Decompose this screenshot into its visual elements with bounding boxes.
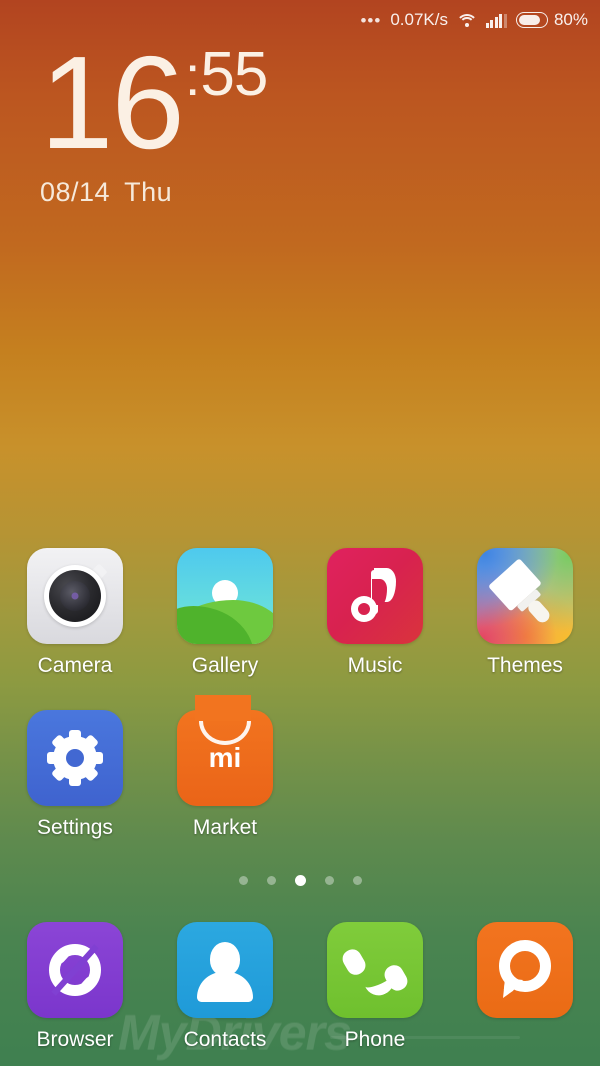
app-settings[interactable]: Settings xyxy=(0,710,150,840)
page-dot-active[interactable] xyxy=(294,875,306,886)
app-label: Phone xyxy=(344,1028,406,1051)
clock-widget[interactable]: 16 : 55 08/14 Thu xyxy=(40,29,268,208)
page-dot[interactable] xyxy=(352,876,362,885)
page-dot[interactable] xyxy=(266,876,276,885)
wifi-icon xyxy=(455,13,478,28)
app-slot-empty-2 xyxy=(450,710,600,840)
camera-icon[interactable] xyxy=(27,548,123,644)
clock-time: 16 : 55 xyxy=(40,29,268,176)
messaging-icon[interactable] xyxy=(477,922,573,1018)
clock-hour: 16 xyxy=(40,29,185,176)
contacts-icon[interactable] xyxy=(177,922,273,1018)
clock-weekday: Thu xyxy=(124,177,173,208)
app-camera[interactable]: Camera xyxy=(0,548,150,678)
page-dot[interactable] xyxy=(238,876,248,885)
gallery-icon[interactable] xyxy=(177,548,273,644)
network-speed-text: 0.07K/s xyxy=(390,10,448,29)
page-indicator[interactable] xyxy=(0,875,600,886)
app-browser[interactable]: Browser xyxy=(0,922,150,1052)
themes-icon[interactable] xyxy=(477,548,573,644)
app-phone[interactable]: Phone xyxy=(300,922,450,1052)
app-messaging[interactable] xyxy=(450,922,600,1052)
battery-icon xyxy=(515,12,548,28)
app-music[interactable]: Music xyxy=(300,548,450,678)
app-label: Themes xyxy=(487,654,563,677)
settings-icon[interactable] xyxy=(27,710,123,806)
app-label: Browser xyxy=(36,1028,114,1051)
app-label: Market xyxy=(192,816,258,839)
app-label: Gallery xyxy=(191,654,259,677)
market-icon[interactable]: mi xyxy=(177,695,273,806)
app-row-1: Camera Gallery Music Themes xyxy=(0,548,600,678)
app-label: Contacts xyxy=(183,1028,267,1051)
clock-date-value: 08/14 xyxy=(40,177,111,208)
phone-icon[interactable] xyxy=(327,922,423,1018)
music-icon[interactable] xyxy=(327,548,423,644)
app-gallery[interactable]: Gallery xyxy=(150,548,300,678)
clock-date: 08/14 Thu xyxy=(40,177,267,208)
app-row-2: Settings mi Market xyxy=(0,695,600,840)
clock-minute: 55 xyxy=(200,40,268,109)
app-themes[interactable]: Themes xyxy=(450,548,600,678)
mi-logo: mi xyxy=(208,742,242,773)
cellular-signal-icon xyxy=(485,13,507,28)
clock-separator: : xyxy=(184,44,201,107)
battery-percent-text: 80% xyxy=(553,10,588,29)
app-slot-empty-1 xyxy=(300,710,450,840)
app-market[interactable]: mi Market xyxy=(150,695,300,840)
app-contacts[interactable]: Contacts xyxy=(150,922,300,1052)
page-dot[interactable] xyxy=(324,876,334,885)
home-screen: ••• 0.07K/s 80% 16 : 55 08/14 Thu Camera… xyxy=(0,0,600,1066)
app-label: Settings xyxy=(37,816,113,839)
app-label: Camera xyxy=(37,654,113,677)
dock: Browser Contacts Phone xyxy=(0,922,600,1052)
app-label: Music xyxy=(347,654,403,677)
browser-icon[interactable] xyxy=(27,922,123,1018)
more-notifications-icon: ••• xyxy=(360,10,382,30)
